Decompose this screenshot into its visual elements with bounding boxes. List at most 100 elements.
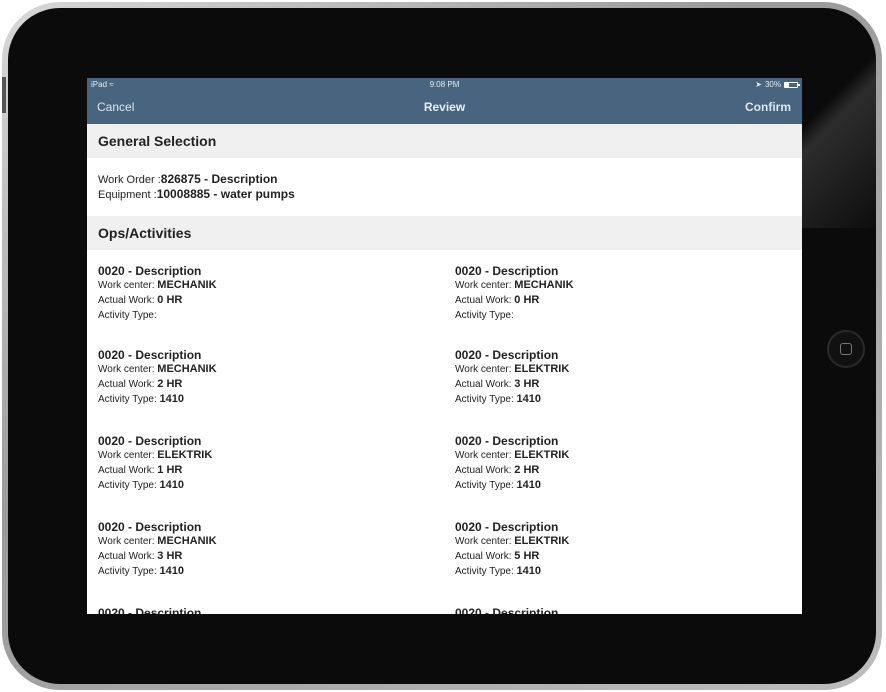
- work-center-row: Work center: MECHANIK: [98, 534, 398, 549]
- work-order-label: Work Order :: [98, 174, 161, 186]
- equipment-label: Equipment :: [98, 189, 157, 201]
- activity-item[interactable]: 0020 - Description Work center: MECHANIK A…: [98, 348, 398, 407]
- home-button[interactable]: [827, 330, 865, 368]
- home-square-icon: [840, 343, 852, 355]
- activity-type-label: Activity Type:: [455, 310, 514, 321]
- work-center-label: Work center:: [455, 364, 515, 375]
- activity-title: 0020 - Description: [98, 434, 202, 448]
- work-center-label: Work center:: [98, 450, 158, 461]
- activity-type-label: Activity Type:: [98, 480, 160, 491]
- work-center-label: Work center:: [98, 280, 158, 291]
- actual-work-value: 3 HR: [157, 550, 183, 562]
- activity-item[interactable]: 0020 - Description Work center: ELEKTRIK A…: [455, 434, 755, 493]
- actual-work-value: 0 HR: [157, 294, 183, 306]
- actual-work-row: Actual Work: 0 HR: [455, 293, 755, 308]
- activity-title: 0020 - Description: [455, 606, 559, 614]
- work-center-row: Work center: MECHANIK: [98, 278, 398, 293]
- activity-type-row: Activity Type: 1410: [455, 478, 755, 493]
- activity-type-label: Activity Type:: [455, 566, 517, 577]
- side-switch: [2, 77, 6, 113]
- actual-work-row: Actual Work: 3 HR: [455, 377, 755, 392]
- actual-work-value: 5 HR: [514, 550, 540, 562]
- equipment-value: 10008885 - water pumps: [156, 187, 295, 201]
- actual-work-label: Actual Work:: [98, 551, 158, 562]
- work-center-label: Work center:: [455, 280, 515, 291]
- activity-title: 0020 - Description: [455, 264, 559, 278]
- work-center-value: ELEKTRIK: [514, 449, 570, 461]
- activity-item[interactable]: 0020 - Description: [98, 606, 398, 614]
- actual-work-row: Actual Work: 1 HR: [98, 463, 398, 478]
- work-center-value: ELEKTRIK: [514, 363, 570, 375]
- activity-title: 0020 - Description: [455, 348, 559, 362]
- actual-work-value: 2 HR: [157, 378, 183, 390]
- activity-type-label: Activity Type:: [98, 310, 157, 321]
- activity-type-label: Activity Type:: [455, 394, 517, 405]
- activity-type-row: Activity Type:: [98, 308, 398, 323]
- battery-percent: 30%: [764, 80, 781, 89]
- activity-type-label: Activity Type:: [98, 394, 160, 405]
- activity-title: 0020 - Description: [98, 520, 202, 534]
- activity-type-value: 1410: [516, 479, 541, 491]
- work-center-label: Work center:: [455, 536, 515, 547]
- activity-item[interactable]: 0020 - Description Work center: MECHANIK A…: [98, 264, 398, 323]
- work-order-row: Work Order :826875 - Description: [98, 172, 791, 187]
- actual-work-label: Actual Work:: [455, 379, 515, 390]
- work-center-value: MECHANIK: [157, 535, 217, 547]
- activity-title: 0020 - Description: [98, 348, 202, 362]
- activity-item[interactable]: 0020 - Description Work center: MECHANIK A…: [98, 520, 398, 579]
- activity-item[interactable]: 0020 - Description Work center: ELEKTRIK A…: [455, 348, 755, 407]
- actual-work-row: Actual Work: 2 HR: [455, 463, 755, 478]
- activity-type-value: 1410: [516, 565, 541, 577]
- activity-title: 0020 - Description: [98, 606, 202, 614]
- work-order-value: 826875 - Description: [160, 172, 278, 186]
- nav-bar: Cancel Review Confirm: [87, 92, 802, 124]
- activity-type-value: 1410: [516, 393, 541, 405]
- confirm-button[interactable]: Confirm: [745, 100, 791, 114]
- activity-type-row: Activity Type: 1410: [98, 478, 398, 493]
- work-center-value: MECHANIK: [157, 279, 217, 291]
- activity-type-value: 1410: [159, 393, 184, 405]
- work-center-value: ELEKTRIK: [157, 449, 213, 461]
- activity-item[interactable]: 0020 - Description Work center: ELEKTRIK A…: [98, 434, 398, 493]
- actual-work-label: Actual Work:: [98, 295, 158, 306]
- actual-work-row: Actual Work: 2 HR: [98, 377, 398, 392]
- status-bar: iPad ≈ 9:08 PM ➤ 30%: [87, 78, 802, 92]
- app-screen: iPad ≈ 9:08 PM ➤ 30% Cancel Review Confi…: [87, 78, 802, 614]
- activity-item[interactable]: 0020 - Description Work center: ELEKTRIK A…: [455, 520, 755, 579]
- activity-type-row: Activity Type: 1410: [455, 564, 755, 579]
- page-title: Review: [423, 100, 466, 114]
- equipment-row: Equipment :10008885 - water pumps: [98, 187, 791, 202]
- activity-item[interactable]: 0020 - Description: [455, 606, 755, 614]
- actual-work-value: 0 HR: [514, 294, 540, 306]
- activity-type-value: 1410: [159, 479, 184, 491]
- actual-work-value: 2 HR: [514, 464, 540, 476]
- top-bar: iPad ≈ 9:08 PM ➤ 30% Cancel Review Confi…: [87, 78, 802, 124]
- work-center-label: Work center:: [455, 450, 515, 461]
- actual-work-label: Actual Work:: [455, 465, 515, 476]
- actual-work-row: Actual Work: 3 HR: [98, 549, 398, 564]
- activity-type-label: Activity Type:: [455, 480, 517, 491]
- actual-work-row: Actual Work: 0 HR: [98, 293, 398, 308]
- work-center-value: MECHANIK: [514, 279, 574, 291]
- work-center-value: ELEKTRIK: [514, 535, 570, 547]
- work-center-value: MECHANIK: [157, 363, 217, 375]
- actual-work-label: Actual Work:: [98, 465, 158, 476]
- battery-icon: [784, 82, 800, 88]
- status-right: ➤ 30%: [755, 78, 800, 92]
- actual-work-value: 1 HR: [157, 464, 183, 476]
- activity-type-row: Activity Type: 1410: [98, 392, 398, 407]
- actual-work-value: 3 HR: [514, 378, 540, 390]
- work-center-label: Work center:: [98, 364, 158, 375]
- actual-work-label: Actual Work:: [98, 379, 158, 390]
- activity-item[interactable]: 0020 - Description Work center: MECHANIK A…: [455, 264, 755, 323]
- activity-type-label: Activity Type:: [98, 566, 160, 577]
- work-center-row: Work center: ELEKTRIK: [455, 534, 755, 549]
- status-time: 9:08 PM: [429, 80, 460, 89]
- actual-work-label: Actual Work:: [455, 551, 515, 562]
- work-center-row: Work center: ELEKTRIK: [98, 448, 398, 463]
- work-center-label: Work center:: [98, 536, 158, 547]
- ops-activities-header: Ops/Activities: [87, 216, 802, 250]
- work-center-row: Work center: ELEKTRIK: [455, 362, 755, 377]
- general-selection: Work Order :826875 - Description Equipme…: [87, 158, 802, 216]
- activity-type-value: 1410: [159, 565, 184, 577]
